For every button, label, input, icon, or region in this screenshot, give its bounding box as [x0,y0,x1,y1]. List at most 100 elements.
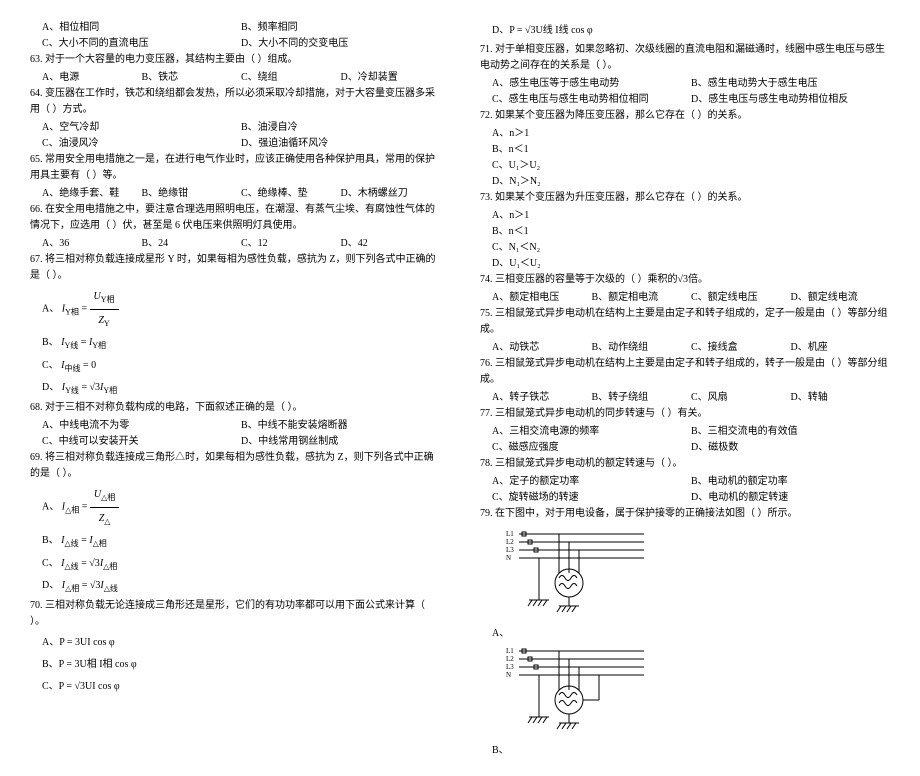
q70-option-d: D、P = √3U线 I线 cos φ [480,20,890,42]
option-c: C、绕组 [241,70,341,86]
opt-label: D、 [42,382,59,393]
q-prev-options: A、相位相同 B、频率相同 C、大小不同的直流电压 D、大小不同的交变电压 [30,20,440,52]
q79-b-label: B、 [492,741,890,756]
label-l3: L3 [506,546,514,554]
q64: 64. 变压器在工作时，铁芯和绕组都会发热，所以必须采取冷却措施，对于大容量变压… [30,86,440,118]
q75: 75. 三相鼠笼式异步电动机在结构上主要是由定子和转子组成的，定子一般是由（ ）… [480,306,890,338]
option-a: A、转子铁芯 [492,390,592,406]
q67-option-c: C、 I中线 = 0 [30,355,440,378]
opt-label: A、 [42,303,59,314]
option-b: B、中线不能安装熔断器 [241,418,440,434]
option-d: D、强迫油循环风冷 [241,136,440,152]
option-b: B、24 [142,236,242,252]
option-d: D、感生电压与感生电动势相位相反 [691,92,890,108]
option-b: B、铁芯 [142,70,242,86]
q78-options: A、定子的额定功率 B、电动机的额定功率 C、旋转磁场的转速 D、电动机的额定转… [480,474,890,506]
q71: 71. 对于单相变压器，如果忽略初、次级线圈的直流电阻和漏磁通时，线圈中感生电压… [480,42,890,74]
opt-label: B、 [42,337,59,348]
option-a: A、额定相电压 [492,290,592,306]
option-d: D、额定线电流 [791,290,891,306]
q65: 65. 常用安全用电措施之一是，在进行电气作业时，应该正确使用各种保护用具，常用… [30,152,440,184]
option-d: D、电动机的额定转速 [691,490,890,506]
option-d: D、机座 [791,340,891,356]
right-column: D、P = √3U线 I线 cos φ 71. 对于单相变压器，如果忽略初、次级… [480,20,890,756]
opt-label: A、 [42,501,59,512]
option-c: C、磁感应强度 [492,440,691,456]
q63-options: A、电源 B、铁芯 C、绕组 D、冷却装置 [30,70,440,86]
option-c: C、大小不同的直流电压 [42,36,241,52]
q67-option-b: B、 IY线 = IY相 [30,332,440,355]
q76-options: A、转子铁芯 B、转子绕组 C、风扇 D、转轴 [480,390,890,406]
option-c: C、风扇 [691,390,791,406]
opt-label: C、 [42,360,59,371]
option-c: C、12 [241,236,341,252]
option-b: B、电动机的额定功率 [691,474,890,490]
q69-option-b: B、 I△线 = I△相 [30,530,440,553]
option-c: C、中线可以安装开关 [42,434,241,450]
option-a: A、n＞1 [492,208,890,224]
option-b: B、绝缘钳 [142,186,242,202]
option-c: C、额定线电压 [691,290,791,306]
option-c: C、旋转磁场的转速 [492,490,691,506]
q68: 68. 对于三相不对称负载构成的电路，下面叙述正确的是（ ）。 [30,400,440,416]
option-d: D、转轴 [791,390,891,406]
option-c: C、接线盒 [691,340,791,356]
q74: 74. 三相变压器的容量等于次级的（ ）乘积的√3倍。 [480,272,890,288]
option-b: B、额定相电流 [592,290,692,306]
option-c: C、N₁＜N₂ [492,240,890,256]
option-c: C、感生电压与感生电动势相位相同 [492,92,691,108]
option-a: A、定子的额定功率 [492,474,691,490]
option-b: B、三相交流电的有效值 [691,424,890,440]
label-l2: L2 [506,538,514,546]
option-a: A、相位相同 [42,20,241,36]
option-a: A、n＞1 [492,126,890,142]
label-l2: L2 [506,655,514,663]
option-b: B、频率相同 [241,20,440,36]
option-a: A、36 [42,236,142,252]
option-c: C、U₁＞U₂ [492,158,890,174]
q70-option-b: B、P = 3U相 I相 cos φ [30,654,440,676]
option-a: A、中线电流不为零 [42,418,241,434]
option-b: B、感生电动势大于感生电压 [691,76,890,92]
option-d: D、大小不同的交变电压 [241,36,440,52]
q72: 72. 如果某个变压器为降压变压器，那么它存在（ ）的关系。 [480,108,890,124]
option-a: A、绝缘手套、鞋 [42,186,142,202]
q69-option-d: D、 I△相 = √3I△线 [30,575,440,598]
label-n: N [506,554,511,562]
option-d: D、冷却装置 [341,70,441,86]
q63: 63. 对于一个大容量的电力变压器，其结构主要由（ ）组成。 [30,52,440,68]
option-c: C、油浸风冷 [42,136,241,152]
option-c: C、绝缘棒、垫 [241,186,341,202]
q65-options: A、绝缘手套、鞋 B、绝缘钳 C、绝缘棒、垫 D、木柄螺丝刀 [30,186,440,202]
q77-options: A、三相交流电源的频率 B、三相交流电的有效值 C、磁感应强度 D、磁极数 [480,424,890,456]
q67-option-a: A、 IY相 = UY相 ZY [30,286,440,332]
option-b: B、转子绕组 [592,390,692,406]
opt-label: D、 [42,580,59,591]
option-d: D、N₁＞N₂ [492,174,890,190]
q75-options: A、动铁芯 B、动作绕组 C、接线盒 D、机座 [480,340,890,356]
label-l3: L3 [506,663,514,671]
option-a: A、电源 [42,70,142,86]
q77: 77. 三相鼠笼式异步电动机的同步转速与（ ）有关。 [480,406,890,422]
q69-option-a: A、 I△相 = U△相 Z△ [30,484,440,530]
q79-diagram-b: L1 L2 L3 N [504,645,890,735]
q66: 66. 在安全用电措施之中，要注意合理选用照明电压，在潮湿、有蒸气尘埃、有腐蚀性… [30,202,440,234]
q79-diagram-a: L1 L2 L3 N [504,528,890,618]
option-d: D、磁极数 [691,440,890,456]
q76: 76. 三相鼠笼式异步电动机在结构上主要是由定子和转子组成的，转子一般是由（ ）… [480,356,890,388]
option-a: A、动铁芯 [492,340,592,356]
q79-a-label: A、 [492,624,890,639]
q72-options: A、n＞1 B、n＜1 C、U₁＞U₂ D、N₁＞N₂ [480,126,890,190]
q69: 69. 将三相对称负载连接成三角形△时，如果每相为感性负载，感抗为 Z，则下列各… [30,450,440,482]
option-a: A、感生电压等于感生电动势 [492,76,691,92]
q67-option-d: D、 IY线 = √3IY相 [30,377,440,400]
option-d: D、木柄螺丝刀 [341,186,441,202]
option-b: B、n＜1 [492,224,890,240]
option-d: D、42 [341,236,441,252]
q66-options: A、36 B、24 C、12 D、42 [30,236,440,252]
option-b: B、n＜1 [492,142,890,158]
opt-label: B、 [42,535,59,546]
q64-options: A、空气冷却 B、油浸自冷 C、油浸风冷 D、强迫油循环风冷 [30,120,440,152]
option-d: D、中线常用钢丝制成 [241,434,440,450]
label-l1: L1 [506,530,514,538]
